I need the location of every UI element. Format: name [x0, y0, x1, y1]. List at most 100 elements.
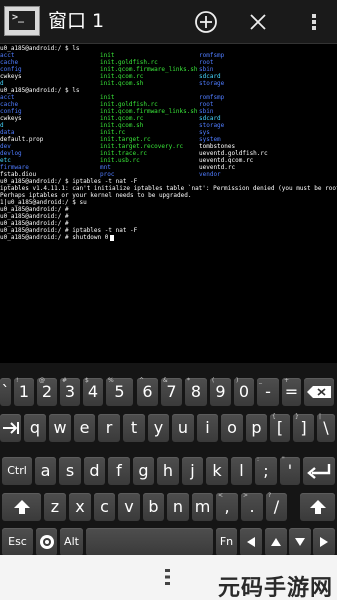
key-alt[interactable]: Alt [60, 528, 83, 556]
key-fn[interactable]: Fn [216, 528, 237, 556]
key-backtick[interactable]: ` [0, 378, 11, 406]
key-d[interactable]: d [84, 457, 105, 485]
key-tab[interactable] [0, 414, 21, 442]
key-shift-label: _ [259, 377, 262, 384]
add-circle-icon [195, 11, 217, 33]
key-label: y [153, 418, 164, 437]
key-g[interactable]: g [133, 457, 154, 485]
key-label: o [227, 418, 237, 437]
key-0[interactable]: ) 0 [234, 377, 254, 406]
key-backspace[interactable] [304, 378, 334, 406]
key-f[interactable]: f [108, 457, 130, 485]
key-z[interactable]: z [44, 493, 66, 521]
key-semicolon[interactable]: :; [255, 456, 277, 485]
key-4[interactable]: $4 [83, 377, 103, 406]
key-5[interactable]: % 5 [106, 377, 133, 406]
key-label: Ctrl [7, 464, 27, 477]
terminal-text: vendor [199, 171, 221, 178]
key-w[interactable]: w [49, 414, 71, 442]
key-j[interactable]: j [182, 457, 203, 485]
key-6[interactable]: ^ 6 [137, 377, 158, 406]
key-shift-label: @ [39, 377, 45, 384]
key-b[interactable]: b [143, 493, 164, 521]
key-shift-label: > [243, 492, 249, 499]
key-t[interactable]: t [123, 414, 145, 442]
key-shift-left[interactable] [2, 493, 41, 521]
key-8[interactable]: * 8 [185, 377, 207, 406]
key-s[interactable]: s [59, 457, 81, 485]
key-left-bracket[interactable]: {[ [270, 413, 290, 442]
key-label: [ [276, 418, 284, 437]
key-o[interactable]: o [221, 414, 243, 442]
key-shift-label: ! [16, 377, 19, 384]
key-k[interactable]: k [206, 457, 228, 485]
key-3[interactable]: #3 [60, 377, 80, 406]
key-7[interactable]: & 7 [161, 377, 182, 406]
key-l[interactable]: l [231, 457, 252, 485]
key-shift-label: ^ [139, 377, 145, 384]
key-arrow-right[interactable] [313, 528, 335, 556]
key-a[interactable]: a [35, 457, 56, 485]
key-label: e [79, 418, 90, 437]
key-equals[interactable]: + = [282, 377, 301, 406]
new-window-button[interactable] [190, 6, 222, 38]
key-label: l [239, 461, 244, 480]
key-c[interactable]: c [94, 493, 115, 521]
overflow-menu-button[interactable] [298, 6, 330, 38]
key-label: ] [300, 418, 307, 437]
handle-icon[interactable] [164, 568, 171, 586]
key-2[interactable]: @2 [37, 377, 57, 406]
key-n[interactable]: n [167, 493, 189, 521]
close-window-button[interactable] [242, 6, 274, 38]
key-9[interactable]: (9 [210, 377, 231, 406]
key-shift-label: < [218, 492, 224, 499]
key-label: j [190, 461, 195, 480]
key-label: ' [287, 461, 293, 480]
key-quote[interactable]: " ' [280, 456, 300, 485]
key-space[interactable] [86, 528, 213, 556]
key-shift-label: $ [85, 377, 89, 384]
key-i[interactable]: i [197, 414, 218, 442]
key-r[interactable]: r [98, 414, 120, 442]
terminal-output[interactable]: u0_a185@android:/ $ ls acct init romfsmp cac… [0, 45, 337, 363]
key-m[interactable]: m [192, 493, 213, 521]
key-label: r [105, 418, 113, 437]
key-x[interactable]: x [69, 493, 91, 521]
key-1[interactable]: ! 1 [14, 377, 34, 406]
key-y[interactable]: y [148, 414, 169, 442]
vertical-dots-icon [312, 14, 316, 30]
key-settings[interactable] [36, 528, 57, 556]
key-label: - [265, 382, 271, 401]
key-p[interactable]: p [246, 414, 267, 442]
key-e[interactable]: e [74, 414, 95, 442]
key-ctrl[interactable]: Ctrl [2, 457, 32, 485]
key-right-bracket[interactable]: }] [293, 413, 314, 442]
key-slash[interactable]: ? / [266, 492, 287, 521]
key-label: Fn [219, 535, 234, 548]
key-backslash[interactable]: | \ [317, 413, 335, 442]
key-arrow-up[interactable] [265, 528, 287, 556]
key-q[interactable]: q [24, 414, 46, 442]
key-label: n [172, 497, 184, 516]
key-label: h [162, 461, 174, 480]
key-label: m [194, 497, 211, 516]
key-label: Esc [8, 535, 27, 548]
key-v[interactable]: v [118, 493, 140, 521]
key-esc[interactable]: Esc [2, 528, 33, 556]
key-label: ; [263, 461, 269, 480]
key-u[interactable]: u [172, 414, 194, 442]
key-enter[interactable] [303, 457, 335, 485]
terminal-app-icon[interactable]: >_ [4, 6, 40, 36]
key-comma[interactable]: <, [216, 492, 238, 521]
key-shift-right[interactable] [300, 493, 335, 521]
key-period[interactable]: >. [241, 492, 263, 521]
key-h[interactable]: h [157, 457, 179, 485]
key-shift-label: : [257, 456, 260, 463]
key-minus[interactable]: _ - [257, 377, 279, 406]
key-label: 4 [87, 382, 99, 401]
window-title[interactable]: 窗口 1 [48, 9, 104, 33]
key-label: a [40, 461, 51, 480]
key-shift-label: " [282, 456, 285, 463]
key-arrow-down[interactable] [289, 528, 311, 556]
key-arrow-left[interactable] [240, 528, 262, 556]
